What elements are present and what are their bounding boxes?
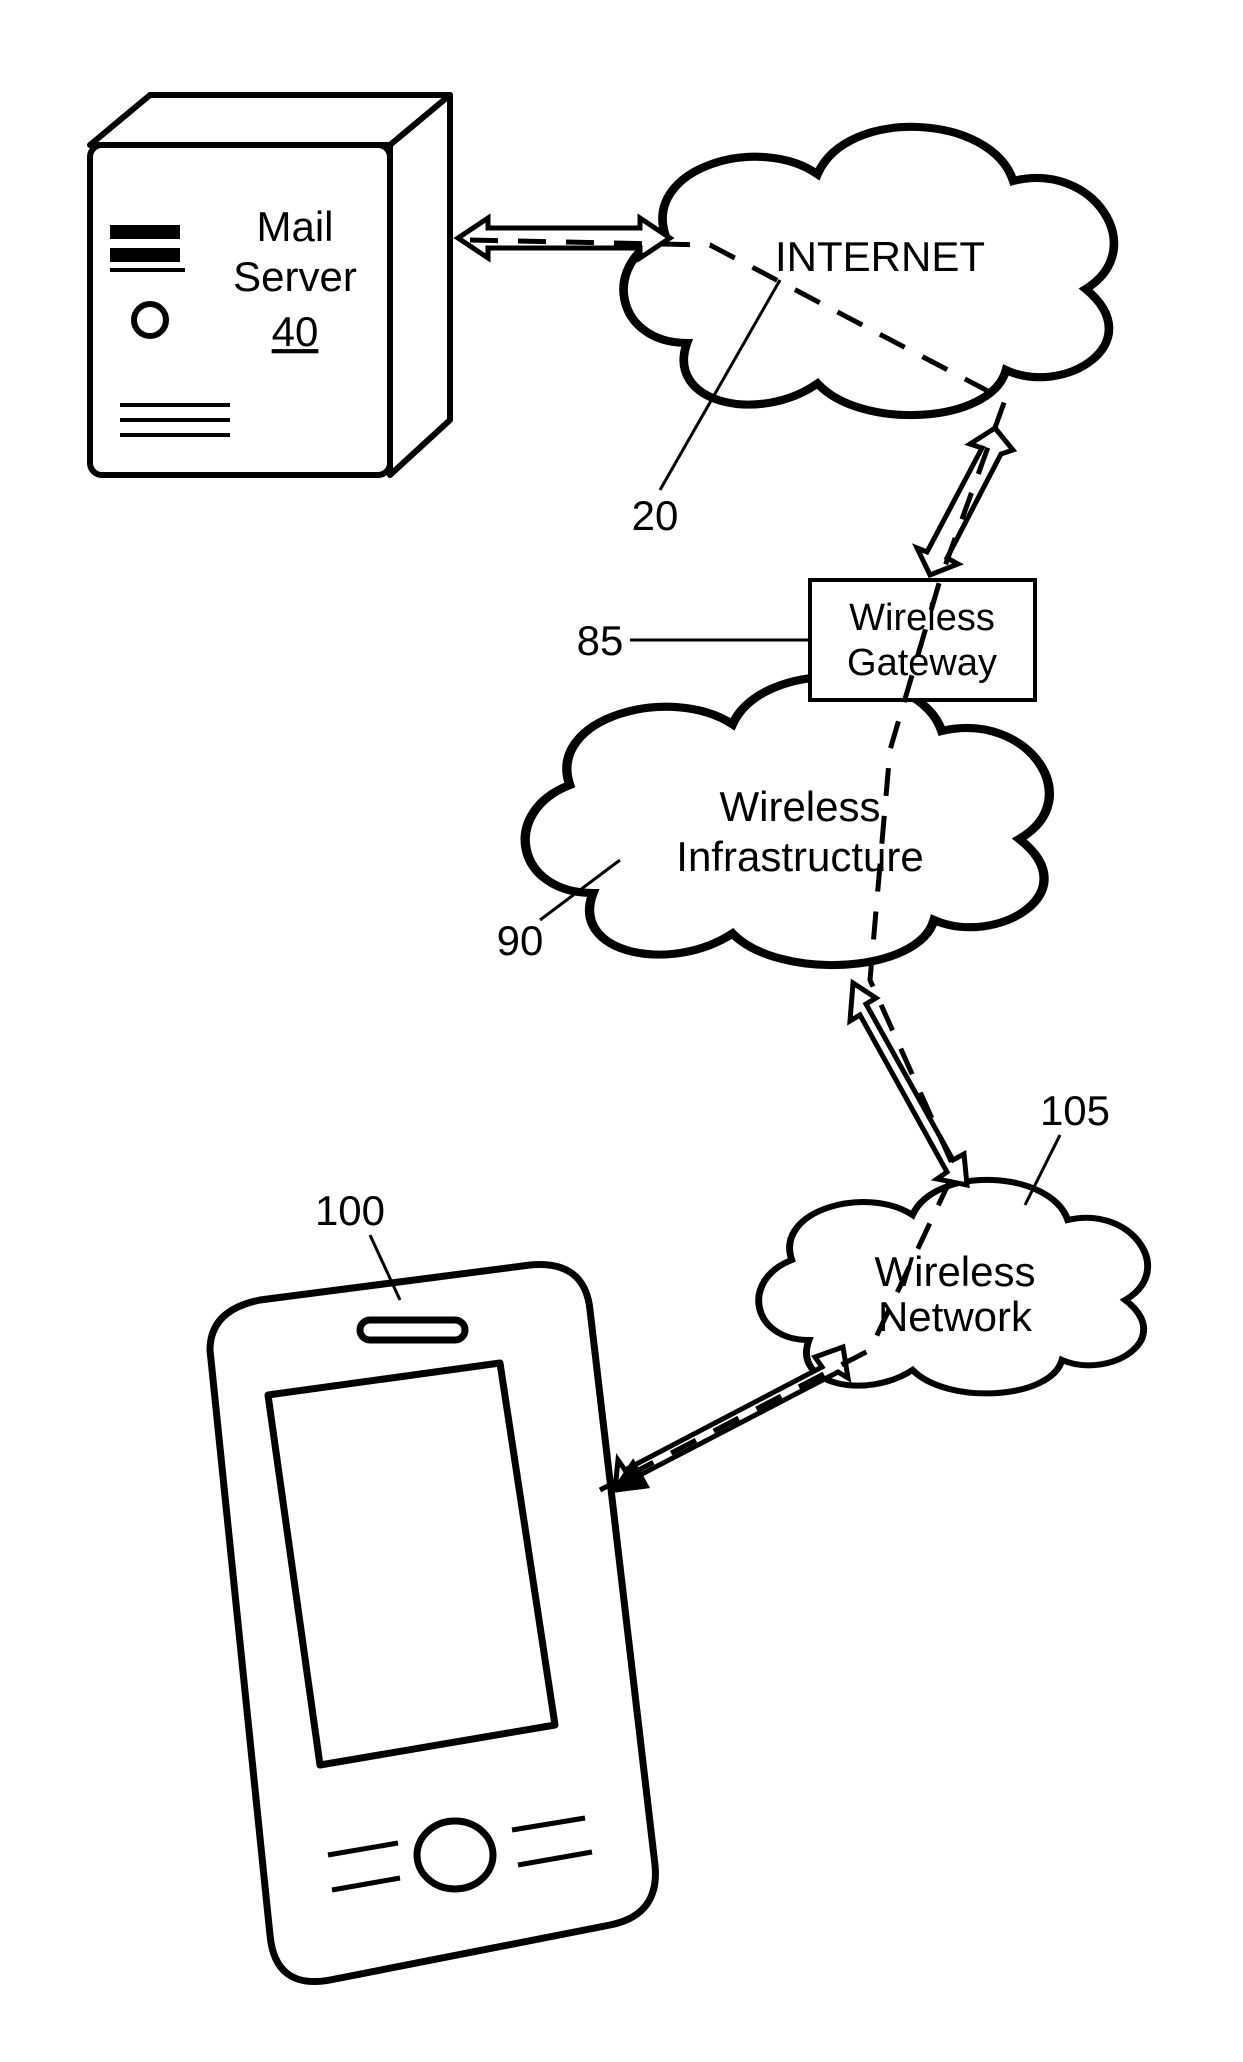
infrastructure-label-1: Wireless xyxy=(719,783,880,830)
arrow-internet-gateway xyxy=(917,428,1013,575)
mail-server-ref: 40 xyxy=(272,308,319,355)
network-diagram: INTERNET Wireless Infrastructure Wireles… xyxy=(0,0,1243,2062)
infrastructure-label-2: Infrastructure xyxy=(676,833,923,880)
ref-100: 100 xyxy=(315,1187,385,1234)
mobile-device xyxy=(210,1265,655,1982)
internet-label: INTERNET xyxy=(775,233,985,280)
ref-105: 105 xyxy=(1040,1087,1110,1134)
mail-server-label-2: Server xyxy=(233,253,357,300)
ref-20: 20 xyxy=(632,492,679,539)
wireless-network-label-2: Network xyxy=(878,1293,1033,1340)
mail-server-label-1: Mail xyxy=(256,203,333,250)
ref-85: 85 xyxy=(577,617,624,664)
ref-90: 90 xyxy=(497,917,544,964)
